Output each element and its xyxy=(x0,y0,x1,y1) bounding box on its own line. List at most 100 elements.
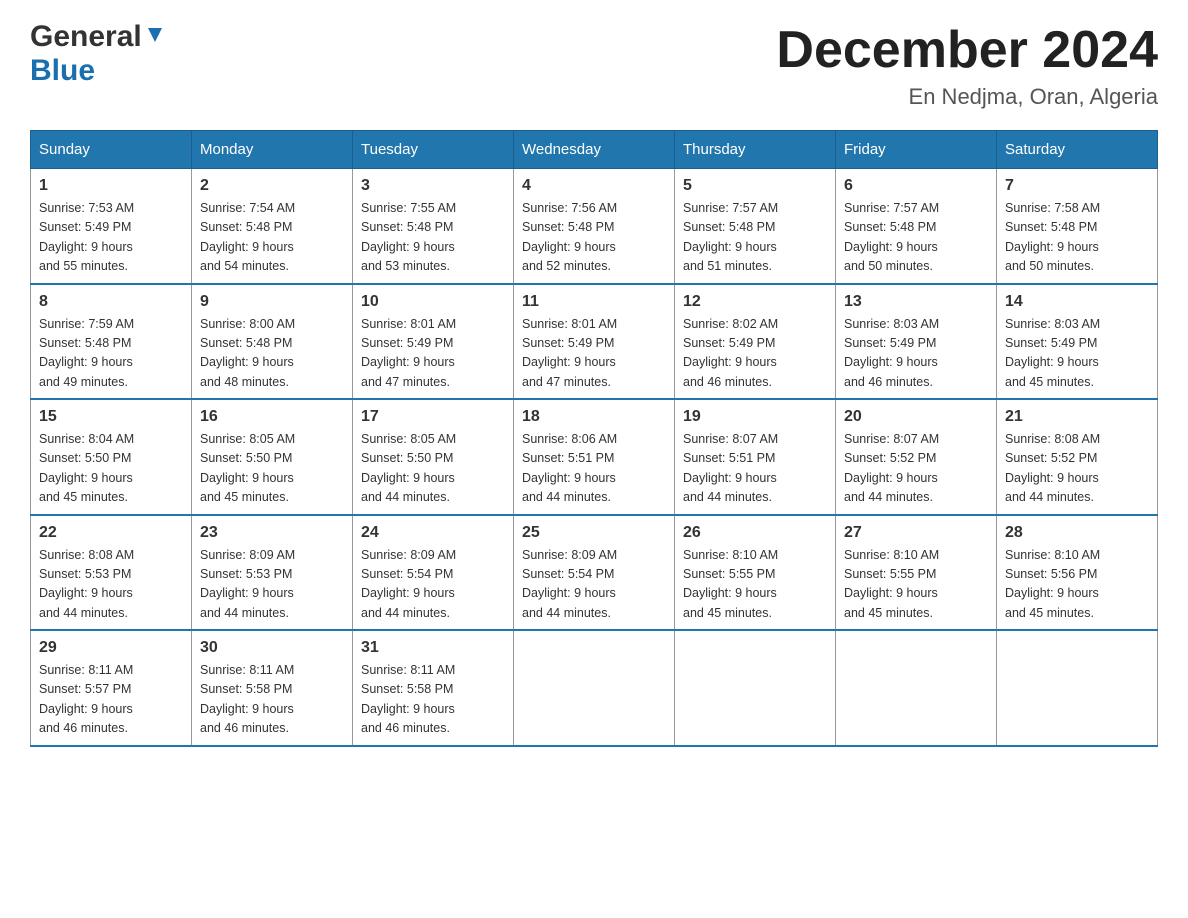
day-info: Sunrise: 8:05 AM Sunset: 5:50 PM Dayligh… xyxy=(361,430,505,508)
day-number: 4 xyxy=(522,177,666,195)
day-info: Sunrise: 8:07 AM Sunset: 5:51 PM Dayligh… xyxy=(683,430,827,508)
calendar-cell: 24 Sunrise: 8:09 AM Sunset: 5:54 PM Dayl… xyxy=(353,515,514,631)
day-info: Sunrise: 7:58 AM Sunset: 5:48 PM Dayligh… xyxy=(1005,199,1149,277)
day-info: Sunrise: 7:56 AM Sunset: 5:48 PM Dayligh… xyxy=(522,199,666,277)
day-info: Sunrise: 8:03 AM Sunset: 5:49 PM Dayligh… xyxy=(844,315,988,393)
logo-blue: Blue xyxy=(30,54,95,87)
day-info: Sunrise: 8:04 AM Sunset: 5:50 PM Dayligh… xyxy=(39,430,183,508)
day-number: 11 xyxy=(522,293,666,311)
day-info: Sunrise: 7:57 AM Sunset: 5:48 PM Dayligh… xyxy=(683,199,827,277)
calendar-cell: 23 Sunrise: 8:09 AM Sunset: 5:53 PM Dayl… xyxy=(192,515,353,631)
day-number: 9 xyxy=(200,293,344,311)
day-info: Sunrise: 8:05 AM Sunset: 5:50 PM Dayligh… xyxy=(200,430,344,508)
weekday-header-saturday: Saturday xyxy=(997,131,1158,169)
day-number: 5 xyxy=(683,177,827,195)
day-number: 10 xyxy=(361,293,505,311)
calendar-cell: 14 Sunrise: 8:03 AM Sunset: 5:49 PM Dayl… xyxy=(997,284,1158,400)
day-number: 12 xyxy=(683,293,827,311)
calendar-cell: 4 Sunrise: 7:56 AM Sunset: 5:48 PM Dayli… xyxy=(514,169,675,284)
day-number: 2 xyxy=(200,177,344,195)
day-info: Sunrise: 8:10 AM Sunset: 5:55 PM Dayligh… xyxy=(844,546,988,624)
weekday-header-row: SundayMondayTuesdayWednesdayThursdayFrid… xyxy=(31,131,1158,169)
day-number: 21 xyxy=(1005,408,1149,426)
weekday-header-wednesday: Wednesday xyxy=(514,131,675,169)
calendar-cell: 21 Sunrise: 8:08 AM Sunset: 5:52 PM Dayl… xyxy=(997,399,1158,515)
day-number: 25 xyxy=(522,524,666,542)
day-number: 13 xyxy=(844,293,988,311)
calendar-cell: 2 Sunrise: 7:54 AM Sunset: 5:48 PM Dayli… xyxy=(192,169,353,284)
calendar-cell: 18 Sunrise: 8:06 AM Sunset: 5:51 PM Dayl… xyxy=(514,399,675,515)
calendar-cell: 12 Sunrise: 8:02 AM Sunset: 5:49 PM Dayl… xyxy=(675,284,836,400)
week-row-5: 29 Sunrise: 8:11 AM Sunset: 5:57 PM Dayl… xyxy=(31,630,1158,746)
day-number: 30 xyxy=(200,639,344,657)
calendar-subtitle: En Nedjma, Oran, Algeria xyxy=(776,84,1158,110)
week-row-2: 8 Sunrise: 7:59 AM Sunset: 5:48 PM Dayli… xyxy=(31,284,1158,400)
day-number: 28 xyxy=(1005,524,1149,542)
calendar-cell: 9 Sunrise: 8:00 AM Sunset: 5:48 PM Dayli… xyxy=(192,284,353,400)
day-info: Sunrise: 8:06 AM Sunset: 5:51 PM Dayligh… xyxy=(522,430,666,508)
day-number: 17 xyxy=(361,408,505,426)
calendar-cell: 22 Sunrise: 8:08 AM Sunset: 5:53 PM Dayl… xyxy=(31,515,192,631)
day-number: 29 xyxy=(39,639,183,657)
day-info: Sunrise: 8:01 AM Sunset: 5:49 PM Dayligh… xyxy=(522,315,666,393)
day-number: 3 xyxy=(361,177,505,195)
page-header: General Blue December 2024 En Nedjma, Or… xyxy=(30,20,1158,110)
calendar-title: December 2024 xyxy=(776,20,1158,80)
weekday-header-tuesday: Tuesday xyxy=(353,131,514,169)
day-info: Sunrise: 8:08 AM Sunset: 5:52 PM Dayligh… xyxy=(1005,430,1149,508)
day-info: Sunrise: 7:54 AM Sunset: 5:48 PM Dayligh… xyxy=(200,199,344,277)
calendar-cell xyxy=(675,630,836,746)
calendar-cell: 16 Sunrise: 8:05 AM Sunset: 5:50 PM Dayl… xyxy=(192,399,353,515)
day-info: Sunrise: 8:10 AM Sunset: 5:56 PM Dayligh… xyxy=(1005,546,1149,624)
day-info: Sunrise: 8:07 AM Sunset: 5:52 PM Dayligh… xyxy=(844,430,988,508)
day-number: 1 xyxy=(39,177,183,195)
day-number: 14 xyxy=(1005,293,1149,311)
day-info: Sunrise: 8:11 AM Sunset: 5:57 PM Dayligh… xyxy=(39,661,183,739)
day-number: 7 xyxy=(1005,177,1149,195)
day-info: Sunrise: 7:57 AM Sunset: 5:48 PM Dayligh… xyxy=(844,199,988,277)
calendar-cell: 1 Sunrise: 7:53 AM Sunset: 5:49 PM Dayli… xyxy=(31,169,192,284)
calendar-cell: 27 Sunrise: 8:10 AM Sunset: 5:55 PM Dayl… xyxy=(836,515,997,631)
day-info: Sunrise: 8:09 AM Sunset: 5:54 PM Dayligh… xyxy=(522,546,666,624)
weekday-header-sunday: Sunday xyxy=(31,131,192,169)
day-number: 31 xyxy=(361,639,505,657)
day-number: 8 xyxy=(39,293,183,311)
day-info: Sunrise: 7:55 AM Sunset: 5:48 PM Dayligh… xyxy=(361,199,505,277)
calendar-cell: 19 Sunrise: 8:07 AM Sunset: 5:51 PM Dayl… xyxy=(675,399,836,515)
day-info: Sunrise: 8:10 AM Sunset: 5:55 PM Dayligh… xyxy=(683,546,827,624)
day-info: Sunrise: 8:09 AM Sunset: 5:54 PM Dayligh… xyxy=(361,546,505,624)
week-row-3: 15 Sunrise: 8:04 AM Sunset: 5:50 PM Dayl… xyxy=(31,399,1158,515)
day-info: Sunrise: 8:08 AM Sunset: 5:53 PM Dayligh… xyxy=(39,546,183,624)
weekday-header-friday: Friday xyxy=(836,131,997,169)
title-area: December 2024 En Nedjma, Oran, Algeria xyxy=(776,20,1158,110)
day-number: 19 xyxy=(683,408,827,426)
day-info: Sunrise: 8:00 AM Sunset: 5:48 PM Dayligh… xyxy=(200,315,344,393)
weekday-header-monday: Monday xyxy=(192,131,353,169)
day-info: Sunrise: 7:53 AM Sunset: 5:49 PM Dayligh… xyxy=(39,199,183,277)
weekday-header-thursday: Thursday xyxy=(675,131,836,169)
calendar-cell xyxy=(997,630,1158,746)
day-number: 20 xyxy=(844,408,988,426)
day-info: Sunrise: 8:09 AM Sunset: 5:53 PM Dayligh… xyxy=(200,546,344,624)
calendar-cell: 3 Sunrise: 7:55 AM Sunset: 5:48 PM Dayli… xyxy=(353,169,514,284)
day-info: Sunrise: 8:01 AM Sunset: 5:49 PM Dayligh… xyxy=(361,315,505,393)
logo-general: General xyxy=(30,20,142,54)
calendar-cell: 29 Sunrise: 8:11 AM Sunset: 5:57 PM Dayl… xyxy=(31,630,192,746)
day-number: 23 xyxy=(200,524,344,542)
week-row-4: 22 Sunrise: 8:08 AM Sunset: 5:53 PM Dayl… xyxy=(31,515,1158,631)
day-number: 15 xyxy=(39,408,183,426)
calendar-cell: 15 Sunrise: 8:04 AM Sunset: 5:50 PM Dayl… xyxy=(31,399,192,515)
calendar-cell: 13 Sunrise: 8:03 AM Sunset: 5:49 PM Dayl… xyxy=(836,284,997,400)
day-info: Sunrise: 7:59 AM Sunset: 5:48 PM Dayligh… xyxy=(39,315,183,393)
day-info: Sunrise: 8:03 AM Sunset: 5:49 PM Dayligh… xyxy=(1005,315,1149,393)
calendar-cell xyxy=(836,630,997,746)
day-number: 27 xyxy=(844,524,988,542)
calendar-cell: 10 Sunrise: 8:01 AM Sunset: 5:49 PM Dayl… xyxy=(353,284,514,400)
day-number: 18 xyxy=(522,408,666,426)
day-number: 6 xyxy=(844,177,988,195)
calendar-cell: 17 Sunrise: 8:05 AM Sunset: 5:50 PM Dayl… xyxy=(353,399,514,515)
calendar-cell: 7 Sunrise: 7:58 AM Sunset: 5:48 PM Dayli… xyxy=(997,169,1158,284)
calendar-cell: 28 Sunrise: 8:10 AM Sunset: 5:56 PM Dayl… xyxy=(997,515,1158,631)
calendar-cell: 20 Sunrise: 8:07 AM Sunset: 5:52 PM Dayl… xyxy=(836,399,997,515)
calendar-cell: 26 Sunrise: 8:10 AM Sunset: 5:55 PM Dayl… xyxy=(675,515,836,631)
